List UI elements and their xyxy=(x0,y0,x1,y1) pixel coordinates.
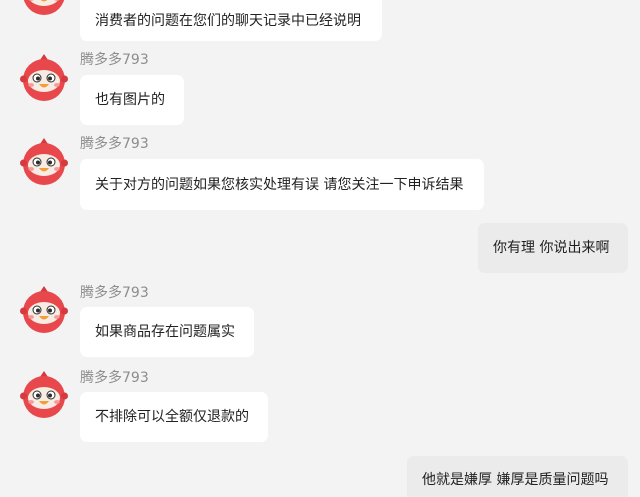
chat-message-list[interactable]: 消费者的问题在您们的聊天记录中已经说明 腾多多793 也有图片的 腾多多793 … xyxy=(0,0,640,497)
message-text: 如果商品存在问题属实 xyxy=(95,324,235,340)
sender-name: 腾多多793 xyxy=(80,52,149,68)
message-bubble: 消费者的问题在您们的聊天记录中已经说明 xyxy=(80,0,382,41)
message-bubble: 关于对方的问题如果您核实处理有误 请您关注一下申诉结果 xyxy=(80,159,484,210)
red-bird-avatar-icon[interactable] xyxy=(19,285,69,335)
message-bubble-self: 他就是嫌厚 嫌厚是质量问题吗 xyxy=(407,456,628,497)
message-bubble: 也有图片的 xyxy=(80,75,184,125)
message-text: 不排除可以全额仅退款的 xyxy=(95,409,249,425)
red-bird-avatar-icon[interactable] xyxy=(19,370,69,420)
message-text: 他就是嫌厚 嫌厚是质量问题吗 xyxy=(422,472,609,488)
red-bird-avatar-icon[interactable] xyxy=(19,137,69,187)
red-bird-avatar-icon[interactable] xyxy=(19,53,69,103)
sender-name: 腾多多793 xyxy=(80,285,149,301)
message-bubble: 不排除可以全额仅退款的 xyxy=(80,392,268,442)
message-text: 你有理 你说出来啊 xyxy=(493,240,610,256)
sender-name: 腾多多793 xyxy=(80,136,149,152)
message-bubble: 如果商品存在问题属实 xyxy=(80,307,254,357)
message-text: 关于对方的问题如果您核实处理有误 请您关注一下申诉结果 xyxy=(95,176,464,193)
message-bubble-self: 你有理 你说出来啊 xyxy=(478,223,628,273)
message-text: 也有图片的 xyxy=(95,92,165,108)
sender-name: 腾多多793 xyxy=(80,370,149,386)
red-bird-avatar-icon[interactable] xyxy=(19,0,69,17)
message-text: 消费者的问题在您们的聊天记录中已经说明 xyxy=(95,12,361,29)
